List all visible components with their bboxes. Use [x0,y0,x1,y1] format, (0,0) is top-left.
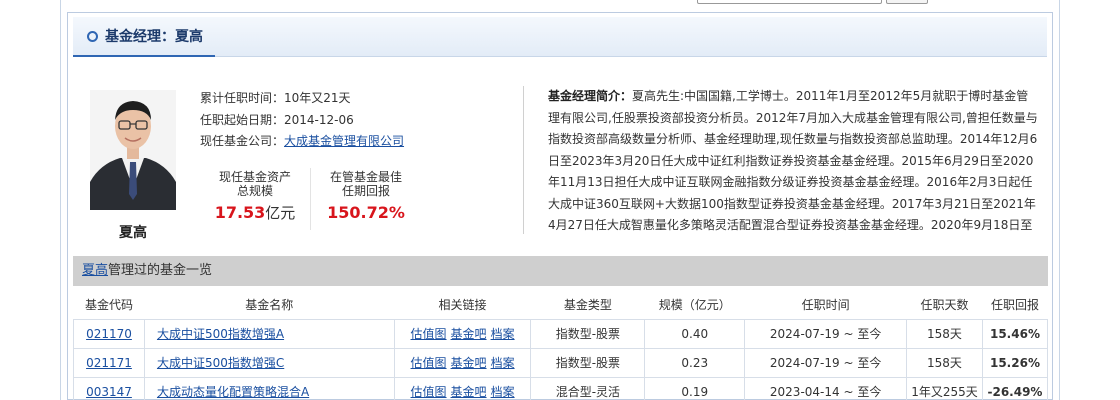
fund-period: 2024-07-19 ~ 至今 [744,347,908,378]
assets-label-1: 现任基金资产 [218,170,291,184]
section-divider [523,86,524,234]
table-row: 003147 大成动态量化配置策略混合A 估值图 基金吧 档案 混合型-灵活 0.1… [73,376,1049,400]
company-row: 现任基金公司：大成基金管理有限公司 [200,131,404,153]
start-date-label: 任职起始日期： [200,112,285,127]
fund-period: 2023-04-14 ~ 至今 [744,376,908,400]
col-links: 相关链接 [438,297,487,312]
funds-table: 基金代码 基金名称 相关链接 基金类型 规模（亿元） 任职时间 任职天数 任职回… [73,290,1049,400]
table-row: 021171 大成中证500指数增强C 估值图 基金吧 档案 指数型-股票 0.23… [73,347,1049,378]
fund-return: 15.26% [981,347,1049,378]
manager-name-link[interactable]: 夏高 [82,263,108,278]
assets-label-2: 总规模 [236,184,273,198]
assets-stat: 现任基金资产 总规模 17.53亿元 [205,170,305,222]
fund-size: 0.19 [644,376,746,400]
fund-code-link[interactable]: 021171 [86,356,132,370]
funds-header-suffix: 管理过的基金一览 [108,263,213,278]
best-return-stat: 在管基金最佳 任期回报 150.72% [316,170,416,222]
start-date-value: 2014-12-06 [284,112,354,127]
panel-title: 基金经理：夏高 [105,29,203,45]
panel-header: 基金经理：夏高 [73,17,1047,57]
tenure-label: 累计任职时间： [200,91,285,105]
manager-name: 夏高 [119,225,147,241]
manager-photo [90,90,176,210]
best-label-1: 在管基金最佳 [329,170,402,184]
best-value: 150.72% [327,203,405,222]
fund-size: 0.40 [644,318,746,349]
funds-header: 夏高管理过的基金一览 [73,256,1048,286]
fund-forum-link[interactable]: 基金吧 [451,327,487,341]
fund-profile-link[interactable]: 档案 [491,327,515,341]
table-header-row: 基金代码 基金名称 相关链接 基金类型 规模（亿元） 任职时间 任职天数 任职回… [74,290,1048,319]
valuation-chart-link[interactable]: 估值图 [411,356,447,370]
company-label: 现任基金公司： [200,134,285,148]
fund-return: 15.46% [981,318,1049,349]
fund-type: 指数型-股票 [530,347,646,378]
fund-period: 2024-07-19 ~ 至今 [744,318,908,349]
fund-profile-link[interactable]: 档案 [491,356,515,370]
fund-return: -26.49% [981,376,1049,400]
circle-icon [87,30,98,42]
search-input[interactable] [697,0,882,4]
col-period: 任职时间 [801,297,850,312]
search-button[interactable] [886,0,928,4]
fund-profile-link[interactable]: 档案 [491,385,515,399]
fund-size: 0.23 [644,347,746,378]
table-row: 021170 大成中证500指数增强A 估值图 基金吧 档案 指数型-股票 0.40… [73,318,1049,349]
fund-type: 指数型-股票 [530,318,646,349]
start-date-row: 任职起始日期：2014-12-06 [200,110,404,132]
fund-code-link[interactable]: 021170 [86,327,132,341]
col-code: 基金代码 [84,297,133,312]
manager-bio: 基金经理简介：夏高先生:中国国籍,工学博士。2011年1月至2012年5月就职于… [548,86,1038,236]
company-link[interactable]: 大成基金管理有限公司 [284,134,404,148]
valuation-chart-link[interactable]: 估值图 [411,327,447,341]
assets-unit: 亿元 [265,204,296,222]
tenure-row: 累计任职时间：10年又21天 [200,88,404,110]
assets-value: 17.53 [214,203,266,222]
col-return: 任职回报 [990,297,1039,312]
col-size: 规模（亿元） [658,297,731,312]
fund-days: 1年又255天 [906,376,983,400]
tenure-value: 10年又21天 [284,91,351,105]
best-label-2: 任期回报 [341,184,390,198]
stat-divider [310,168,311,230]
fund-name-link[interactable]: 大成中证500指数增强C [157,356,284,370]
fund-name-link[interactable]: 大成中证500指数增强A [157,327,284,341]
col-type: 基金类型 [563,297,612,312]
bio-label: 基金经理简介： [548,89,633,103]
fund-code-link[interactable]: 003147 [86,385,132,399]
valuation-chart-link[interactable]: 估值图 [411,385,447,399]
fund-type: 混合型-灵活 [530,376,646,400]
fund-forum-link[interactable]: 基金吧 [451,356,487,370]
panel-tab: 基金经理：夏高 [73,17,215,57]
manager-info: 累计任职时间：10年又21天 任职起始日期：2014-12-06 现任基金公司：… [200,88,404,153]
fund-name-link[interactable]: 大成动态量化配置策略混合A [157,385,309,399]
fund-days: 158天 [906,347,983,378]
col-name: 基金名称 [245,297,294,312]
bio-text: 夏高先生:中国国籍,工学博士。2011年1月至2012年5月就职于博时基金管理有… [548,89,1038,232]
assets-value-row: 17.53亿元 [205,203,305,222]
fund-forum-link[interactable]: 基金吧 [451,385,487,399]
col-days: 任职天数 [920,297,969,312]
fund-days: 158天 [906,318,983,349]
